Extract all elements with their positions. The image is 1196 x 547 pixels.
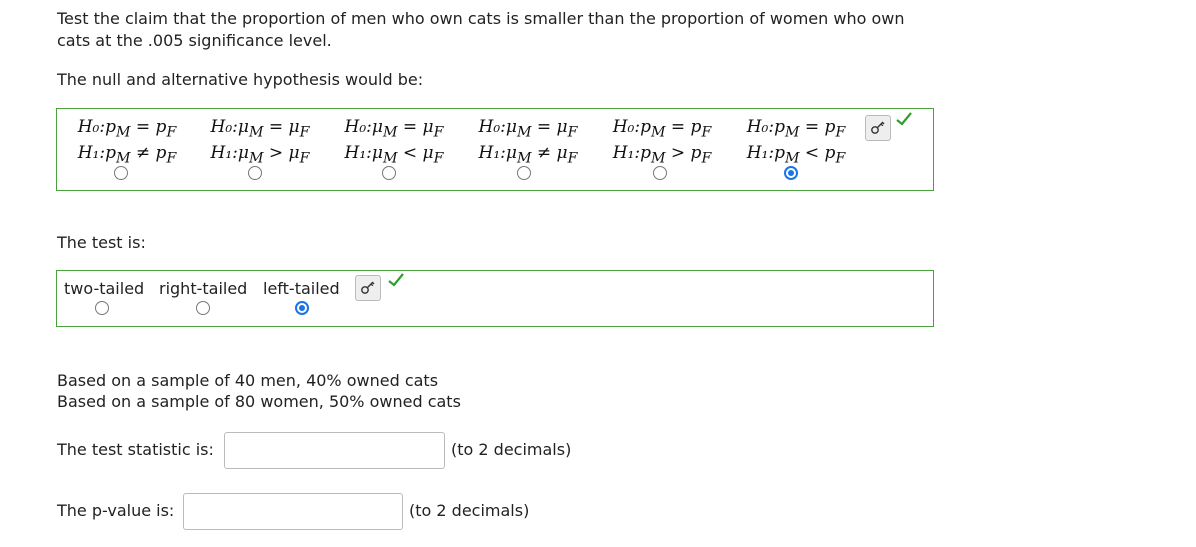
checkmark-icon xyxy=(388,273,404,287)
hypothesis-option-4[interactable]: H₀:μM = μF H₁:μM ≠ μF xyxy=(463,117,593,170)
hypothesis-radio-6-selected[interactable] xyxy=(784,166,798,180)
hypothesis-option-5[interactable]: H₀:pM = pF H₁:pM > pF xyxy=(597,117,727,170)
p-value-label: The p-value is: xyxy=(57,501,175,520)
test-statistic-hint: (to 2 decimals) xyxy=(451,440,572,459)
radio-left-tailed-selected[interactable] xyxy=(295,301,309,315)
hypothesis-radio-2[interactable] xyxy=(248,166,262,180)
h1-line: H₁:μM ≠ μF xyxy=(478,143,578,167)
radio-two-tailed[interactable] xyxy=(95,301,109,315)
sample-women: Based on a sample of 80 women, 50% owned… xyxy=(57,392,461,411)
option-left-tailed[interactable]: left-tailed xyxy=(263,279,340,298)
test-statistic-label: The test statistic is: xyxy=(57,440,214,459)
key-icon xyxy=(361,281,375,294)
hypothesis-radio-4[interactable] xyxy=(517,166,531,180)
hypothesis-option-1[interactable]: H₀:pM = pF H₁:pM ≠ pF xyxy=(63,117,191,170)
hypothesis-option-6[interactable]: H₀:pM = pF H₁:pM < pF xyxy=(731,117,861,170)
question-text: Test the claim that the proportion of me… xyxy=(57,9,905,50)
h0-line: H₀:pM = pF xyxy=(77,117,177,141)
h1-line: H₁:pM < pF xyxy=(746,143,846,167)
test-type-options-box: two-tailed right-tailed left-tailed xyxy=(56,270,934,327)
test-statistic-input[interactable] xyxy=(224,432,445,469)
h1-line: H₁:μM < μF xyxy=(344,143,444,167)
hypothesis-option-2[interactable]: H₀:μM = μF H₁:μM > μF xyxy=(195,117,325,170)
checkmark-icon xyxy=(896,112,912,126)
sample-men: Based on a sample of 40 men, 40% owned c… xyxy=(57,371,439,390)
h0-line: H₀:μM = μF xyxy=(210,117,310,141)
hypothesis-prompt: The null and alternative hypothesis woul… xyxy=(57,70,424,89)
hypothesis-options-box: H₀:pM = pF H₁:pM ≠ pF H₀:μM = μF H₁:μM >… xyxy=(56,108,934,191)
answer-key-button[interactable] xyxy=(865,115,891,141)
h1-line: H₁:pM ≠ pF xyxy=(77,143,177,167)
option-right-tailed[interactable]: right-tailed xyxy=(159,279,247,298)
h0-line: H₀:pM = pF xyxy=(746,117,846,141)
h0-line: H₀:pM = pF xyxy=(612,117,712,141)
p-value-input[interactable] xyxy=(183,493,403,530)
answer-key-button[interactable] xyxy=(355,275,381,301)
key-icon xyxy=(871,121,885,134)
hypothesis-radio-5[interactable] xyxy=(653,166,667,180)
p-value-hint: (to 2 decimals) xyxy=(409,501,530,520)
hypothesis-option-3[interactable]: H₀:μM = μF H₁:μM < μF xyxy=(329,117,459,170)
sample-info: Based on a sample of 40 men, 40% owned c… xyxy=(57,370,461,412)
option-two-tailed[interactable]: two-tailed xyxy=(64,279,144,298)
h0-line: H₀:μM = μF xyxy=(478,117,578,141)
hypothesis-radio-3[interactable] xyxy=(382,166,396,180)
h0-line: H₀:μM = μF xyxy=(344,117,444,141)
test-type-prompt: The test is: xyxy=(57,233,146,252)
hypothesis-radio-1[interactable] xyxy=(114,166,128,180)
radio-right-tailed[interactable] xyxy=(196,301,210,315)
h1-line: H₁:μM > μF xyxy=(210,143,310,167)
